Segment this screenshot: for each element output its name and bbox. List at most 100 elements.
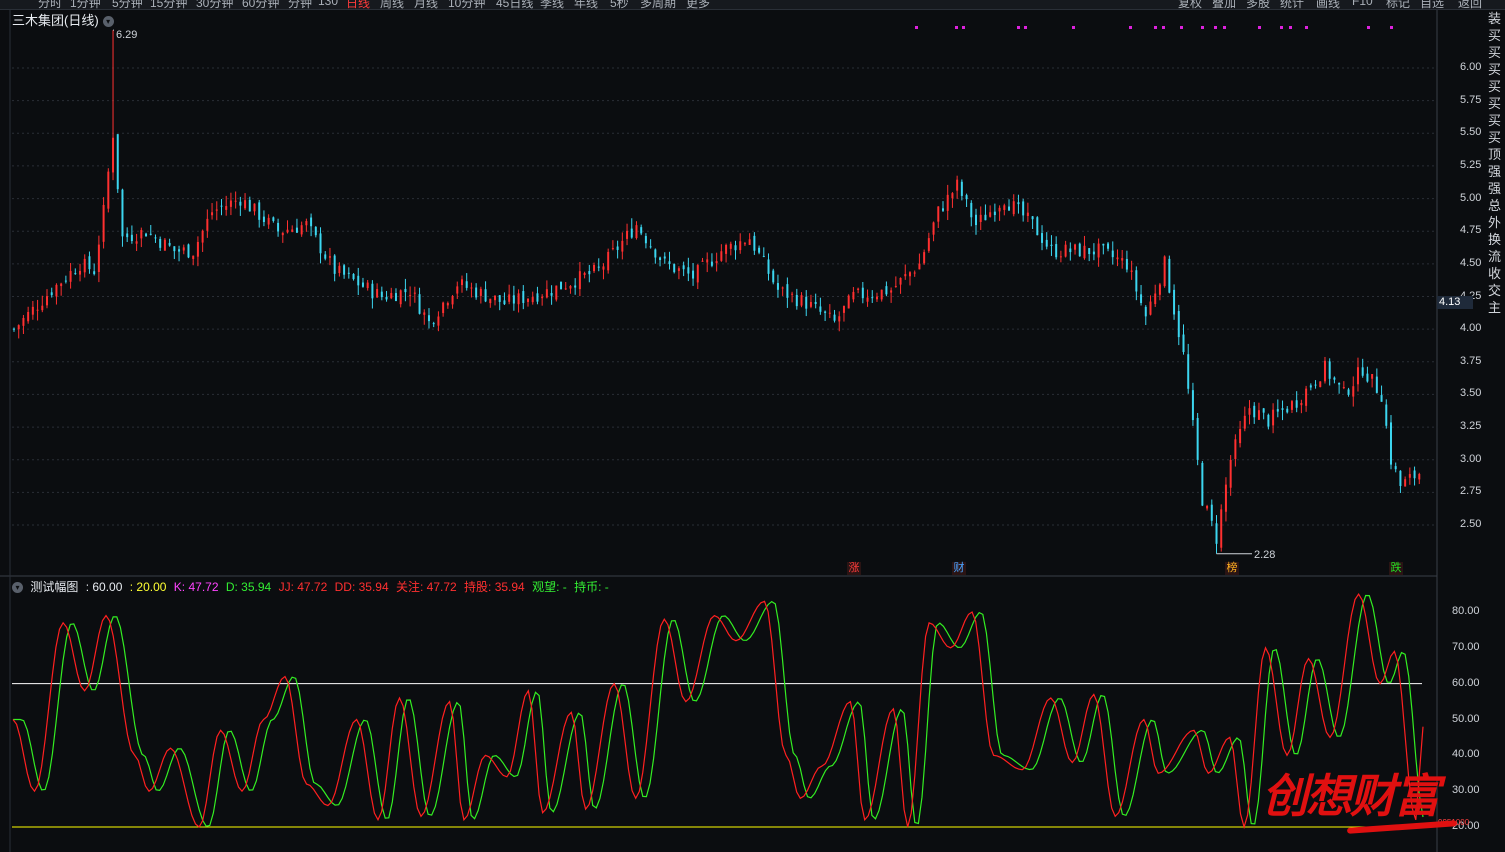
right-panel-item[interactable]: 交 bbox=[1488, 282, 1505, 299]
event-badge[interactable]: 跌 bbox=[1389, 562, 1403, 575]
candle-body bbox=[1097, 243, 1100, 258]
candle-body bbox=[673, 264, 676, 273]
candle-body bbox=[1102, 243, 1105, 246]
right-panel-item[interactable]: 买 bbox=[1488, 95, 1505, 112]
candle-body bbox=[630, 228, 633, 238]
indicator-cg: 持股: 35.94 bbox=[464, 580, 525, 594]
candle-body bbox=[394, 293, 397, 302]
candle-body bbox=[828, 312, 831, 314]
candle-body bbox=[1305, 388, 1308, 406]
candle-body bbox=[890, 290, 893, 293]
right-panel-item[interactable]: 外 bbox=[1488, 214, 1505, 231]
candle-body bbox=[663, 256, 666, 259]
kline-chart[interactable] bbox=[0, 0, 1505, 852]
candle-body bbox=[291, 229, 294, 232]
indicator-tick: 60.00 bbox=[1452, 676, 1480, 689]
candle-body bbox=[1408, 474, 1411, 478]
candle-body bbox=[272, 217, 275, 221]
right-panel-item[interactable]: 强 bbox=[1488, 163, 1505, 180]
candle-body bbox=[1333, 377, 1336, 380]
candle-body bbox=[178, 249, 181, 252]
signal-dot bbox=[1280, 26, 1283, 29]
candle-body bbox=[1418, 473, 1421, 480]
candle-body bbox=[163, 239, 166, 251]
candle-body bbox=[960, 181, 963, 196]
candle-body bbox=[508, 294, 511, 302]
indicator-p2: : 20.00 bbox=[129, 580, 167, 594]
candle-body bbox=[1314, 384, 1317, 386]
candle-body bbox=[659, 257, 662, 261]
candle-body bbox=[1342, 387, 1345, 389]
candle-body bbox=[918, 263, 921, 270]
right-panel-item[interactable]: 强 bbox=[1488, 180, 1505, 197]
candle-body bbox=[956, 179, 959, 191]
candle-body bbox=[88, 256, 91, 270]
low-annotation: 2.28 bbox=[1254, 549, 1276, 561]
candle-body bbox=[69, 270, 72, 282]
candle-body bbox=[819, 306, 822, 312]
right-panel-item[interactable]: 顶 bbox=[1488, 146, 1505, 163]
right-panel-item[interactable]: 收 bbox=[1488, 265, 1505, 282]
candle-body bbox=[1253, 405, 1256, 418]
candle-body bbox=[729, 243, 732, 249]
right-panel-item[interactable]: 买 bbox=[1488, 27, 1505, 44]
candle-body bbox=[866, 297, 869, 302]
candle-body bbox=[842, 305, 845, 313]
right-panel-item[interactable]: 买 bbox=[1488, 61, 1505, 78]
candle-body bbox=[1272, 409, 1275, 426]
right-panel-item[interactable]: 换 bbox=[1488, 231, 1505, 248]
right-panel-item[interactable]: 买 bbox=[1488, 129, 1505, 146]
event-badge[interactable]: 榜 bbox=[1225, 562, 1239, 575]
right-panel-item[interactable]: 买 bbox=[1488, 112, 1505, 129]
candle-body bbox=[904, 274, 907, 277]
candle-body bbox=[767, 259, 770, 274]
right-panel-item[interactable]: 买 bbox=[1488, 44, 1505, 61]
candle-body bbox=[1149, 301, 1152, 315]
candle-body bbox=[640, 227, 643, 234]
candle-body bbox=[927, 238, 930, 251]
candle-body bbox=[55, 284, 58, 297]
event-badge[interactable]: 财 bbox=[952, 562, 966, 575]
candle-body bbox=[248, 199, 251, 212]
chevron-down-icon[interactable]: ▾ bbox=[12, 582, 23, 594]
candle-body bbox=[1078, 243, 1081, 257]
candle-body bbox=[1012, 201, 1015, 215]
candle-body bbox=[786, 284, 789, 298]
candle-body bbox=[527, 298, 530, 302]
candle-body bbox=[795, 294, 798, 307]
candle-body bbox=[692, 270, 695, 279]
indicator-legend: ▾ 测试幅图 : 60.00 : 20.00 K: 47.72 D: 35.94… bbox=[12, 578, 613, 595]
candle-body bbox=[220, 205, 223, 207]
right-panel-item[interactable]: 流 bbox=[1488, 248, 1505, 265]
candle-body bbox=[300, 225, 303, 235]
candle-body bbox=[93, 271, 96, 275]
candle-body bbox=[1262, 408, 1265, 413]
candle-body bbox=[41, 305, 44, 311]
candle-body bbox=[215, 209, 218, 211]
right-panel-item[interactable]: 装 bbox=[1488, 10, 1505, 27]
price-tick: 3.25 bbox=[1460, 420, 1482, 433]
signal-dot bbox=[1129, 26, 1132, 29]
candle-body bbox=[932, 222, 935, 235]
signal-dot bbox=[1162, 26, 1165, 29]
candle-body bbox=[743, 243, 746, 245]
candle-body bbox=[50, 292, 53, 296]
candle-body bbox=[295, 227, 298, 233]
candle-body bbox=[413, 292, 416, 294]
right-panel-item[interactable]: 主 bbox=[1488, 299, 1505, 316]
candle-body bbox=[154, 237, 157, 239]
candle-body bbox=[17, 325, 20, 330]
event-badge[interactable]: 涨 bbox=[847, 562, 861, 575]
candle-body bbox=[677, 268, 680, 271]
candle-body bbox=[239, 201, 242, 206]
candle-body bbox=[229, 200, 232, 207]
candle-body bbox=[607, 251, 610, 271]
candle-body bbox=[800, 295, 803, 306]
right-panel-item[interactable]: 买 bbox=[1488, 78, 1505, 95]
right-info-panel: 装买买买买买买买顶强强总外换流收交主 bbox=[1488, 10, 1505, 852]
candlesticks bbox=[13, 29, 1421, 555]
indicator-tick: 70.00 bbox=[1452, 640, 1480, 653]
candle-body bbox=[140, 230, 143, 239]
candle-body bbox=[1163, 256, 1166, 287]
right-panel-item[interactable]: 总 bbox=[1488, 197, 1505, 214]
